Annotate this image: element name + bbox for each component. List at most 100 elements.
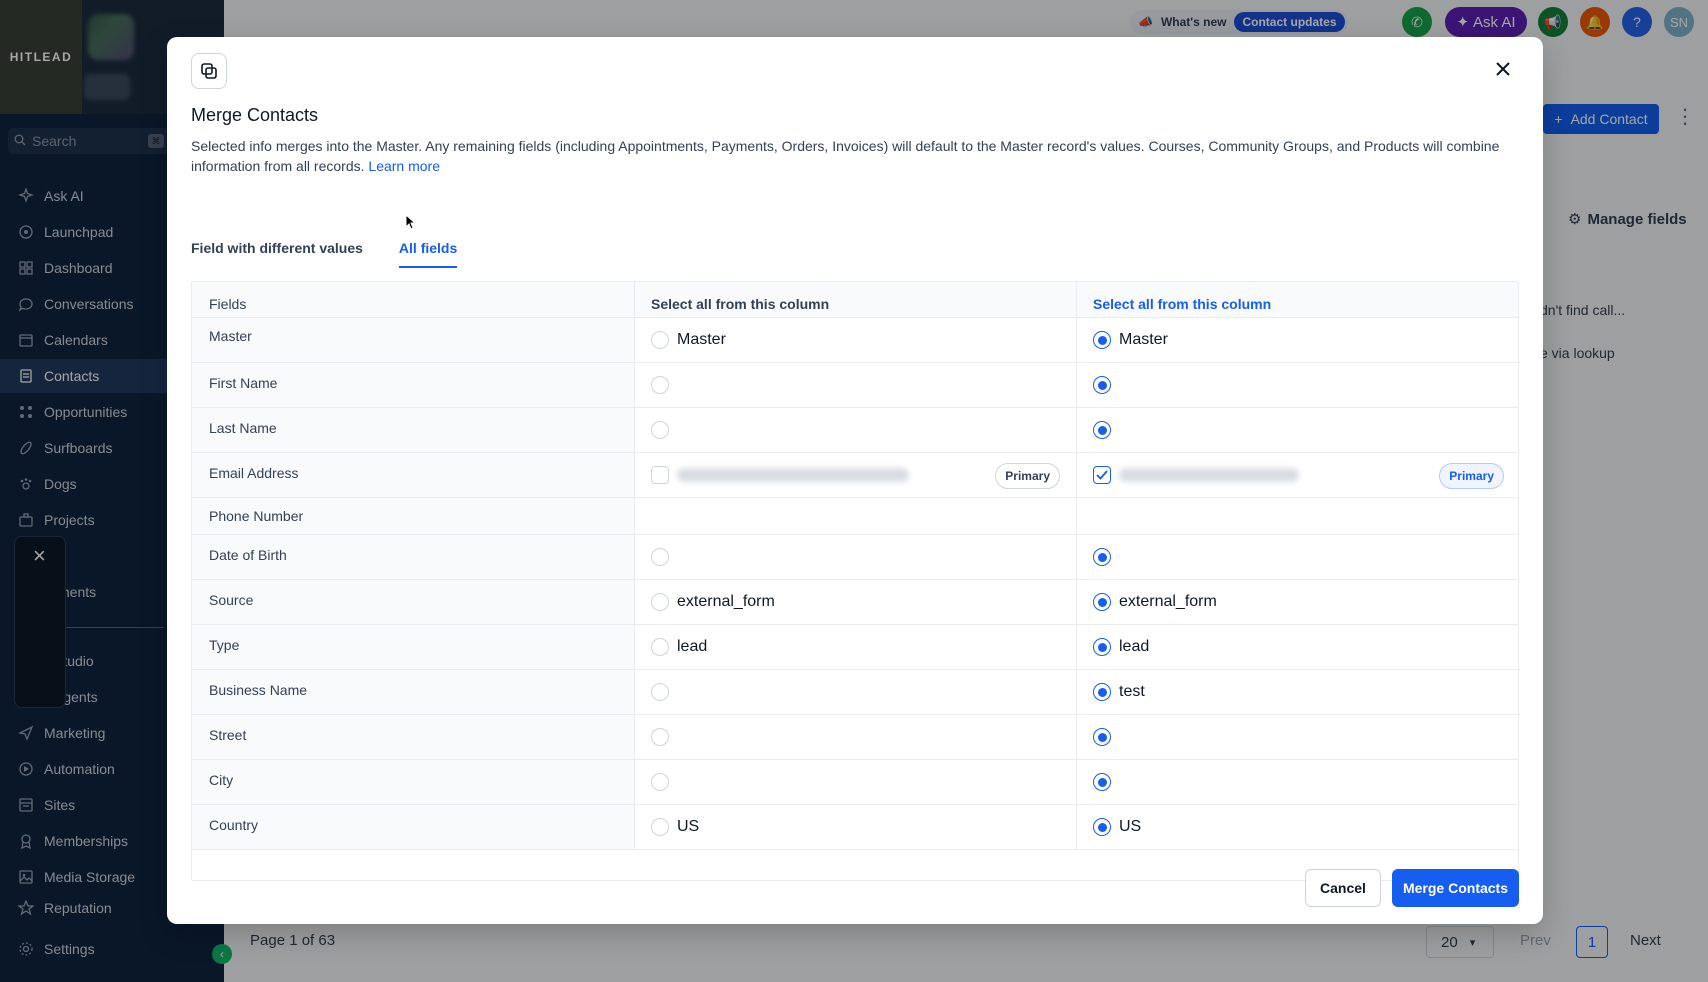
table-row: Source external_form external_form [192, 580, 1518, 625]
option-a[interactable] [635, 715, 1077, 759]
tabs: Field with different values All fields [191, 240, 493, 270]
check-icon [1096, 470, 1108, 480]
option-a[interactable] [635, 670, 1077, 714]
option-b[interactable]: external_form [1077, 580, 1518, 624]
option-a[interactable] [635, 760, 1077, 804]
option-b[interactable] [1077, 760, 1518, 804]
table-row: Business Name test [192, 670, 1518, 715]
radio-button[interactable] [1093, 593, 1111, 611]
option-value: test [1119, 683, 1145, 700]
radio-button[interactable] [1093, 638, 1111, 656]
radio-button[interactable] [1093, 818, 1111, 836]
option-a[interactable]: Primary [635, 453, 1077, 497]
field-label: Street [192, 715, 635, 759]
option-a[interactable]: lead [635, 625, 1077, 669]
option-value: lead [1119, 638, 1150, 655]
option-a [635, 498, 1077, 534]
option-b[interactable] [1077, 363, 1518, 407]
option-b[interactable]: test [1077, 670, 1518, 714]
mouse-cursor-icon [405, 214, 417, 230]
table-row: Master Master Master [192, 318, 1518, 363]
option-value: external_form [1119, 593, 1217, 610]
modal-description: Selected info merges into the Master. An… [191, 136, 1511, 176]
field-label: First Name [192, 363, 635, 407]
table-row: First Name [192, 363, 1518, 408]
field-label: Master [192, 318, 635, 362]
select-all-column-b[interactable]: Select all from this column [1077, 282, 1518, 317]
radio-button[interactable] [1093, 421, 1111, 439]
radio-button[interactable] [1093, 773, 1111, 791]
option-b [1077, 498, 1518, 534]
radio-button[interactable] [651, 331, 669, 349]
blurred-email [1119, 468, 1299, 482]
primary-badge: Primary [995, 463, 1060, 489]
field-label: Last Name [192, 408, 635, 452]
radio-button[interactable] [651, 773, 669, 791]
option-b[interactable] [1077, 408, 1518, 452]
radio-button[interactable] [1093, 548, 1111, 566]
option-value: Master [1119, 331, 1168, 348]
option-a[interactable]: external_form [635, 580, 1077, 624]
primary-badge: Primary [1439, 463, 1504, 489]
blurred-email [677, 468, 909, 482]
option-b[interactable] [1077, 715, 1518, 759]
tab-all-fields[interactable]: All fields [398, 240, 458, 268]
radio-button[interactable] [651, 421, 669, 439]
option-value: Master [677, 331, 726, 348]
merge-contacts-modal: Merge Contacts Selected info merges into… [167, 37, 1543, 924]
table-row: Phone Number [192, 498, 1518, 535]
field-label: Source [192, 580, 635, 624]
option-b[interactable]: US [1077, 805, 1518, 849]
modal-title: Merge Contacts [191, 105, 319, 125]
merge-table: Fields Select all from this column Selec… [191, 281, 1519, 881]
table-row: Type lead lead [192, 625, 1518, 670]
close-icon [1496, 62, 1510, 76]
radio-button[interactable] [651, 728, 669, 746]
tab-different-values[interactable]: Field with different values [191, 240, 363, 268]
checkbox[interactable] [651, 466, 669, 484]
table-row: Street [192, 715, 1518, 760]
table-row: Country US US [192, 805, 1518, 850]
field-label: Email Address [192, 453, 635, 497]
option-value: external_form [677, 593, 775, 610]
radio-button[interactable] [1093, 376, 1111, 394]
option-value: lead [677, 638, 708, 655]
select-all-column-a[interactable]: Select all from this column [635, 282, 1077, 317]
field-label: Phone Number [192, 498, 635, 534]
radio-button[interactable] [1093, 728, 1111, 746]
radio-button[interactable] [1093, 683, 1111, 701]
table-row: Date of Birth [192, 535, 1518, 580]
table-row: City [192, 760, 1518, 805]
radio-button[interactable] [651, 548, 669, 566]
option-a[interactable] [635, 535, 1077, 579]
fields-header: Fields [192, 282, 635, 317]
option-a[interactable] [635, 363, 1077, 407]
merge-icon [191, 53, 227, 89]
table-row: Last Name [192, 408, 1518, 453]
merge-contacts-button[interactable]: Merge Contacts [1392, 869, 1519, 907]
learn-more-link[interactable]: Learn more [368, 158, 440, 174]
option-a[interactable]: Master [635, 318, 1077, 362]
option-value: US [1119, 818, 1142, 835]
option-a[interactable] [635, 408, 1077, 452]
radio-button[interactable] [651, 376, 669, 394]
table-row: Email Address Primary Primary [192, 453, 1518, 498]
option-b[interactable] [1077, 535, 1518, 579]
close-modal-button[interactable] [1491, 57, 1515, 81]
option-b[interactable]: Primary [1077, 453, 1518, 497]
option-b[interactable]: Master [1077, 318, 1518, 362]
field-label: City [192, 760, 635, 804]
cancel-button[interactable]: Cancel [1305, 869, 1381, 907]
checkbox[interactable] [1093, 466, 1111, 484]
radio-button[interactable] [1093, 331, 1111, 349]
radio-button[interactable] [651, 818, 669, 836]
option-a[interactable]: US [635, 805, 1077, 849]
field-label: Country [192, 805, 635, 849]
radio-button[interactable] [651, 683, 669, 701]
option-b[interactable]: lead [1077, 625, 1518, 669]
field-label: Business Name [192, 670, 635, 714]
radio-button[interactable] [651, 593, 669, 611]
option-value: US [677, 818, 700, 835]
field-label: Date of Birth [192, 535, 635, 579]
radio-button[interactable] [651, 638, 669, 656]
